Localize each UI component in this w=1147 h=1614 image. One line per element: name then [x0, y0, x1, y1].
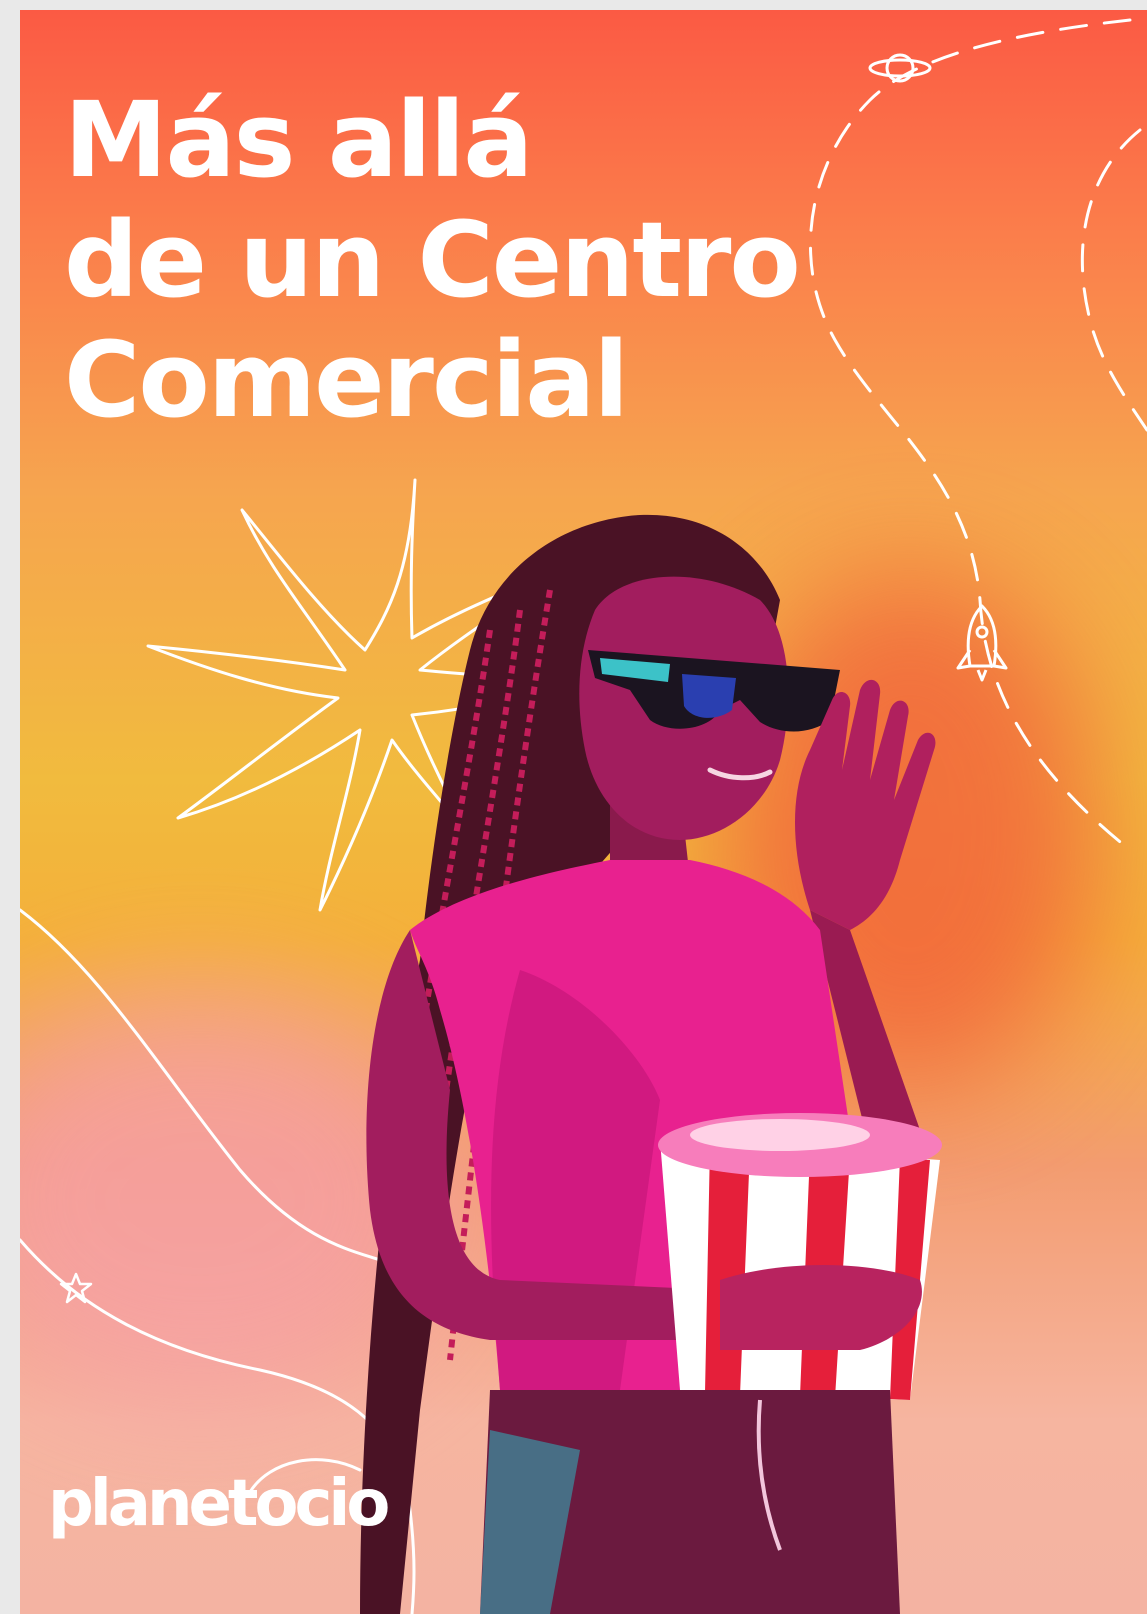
- planetocio-logo: planetocio: [48, 1467, 390, 1541]
- promo-poster: Más allá de un Centro Comercial planetoc…: [20, 10, 1147, 1614]
- logo-swirl: [248, 1458, 362, 1494]
